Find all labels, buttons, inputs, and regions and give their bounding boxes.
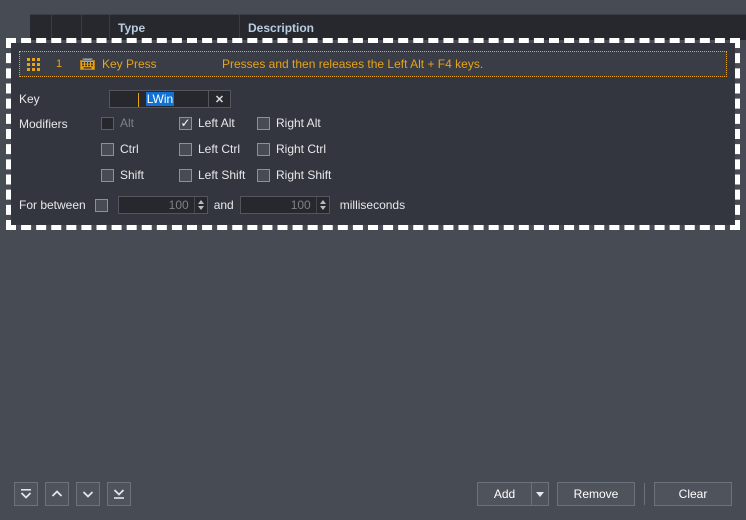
modifiers-row: Modifiers Alt Left Alt Right Alt <box>19 116 719 182</box>
text-caret <box>138 93 139 107</box>
column-header-description[interactable]: Description <box>240 15 746 41</box>
key-input[interactable]: LWin <box>109 90 209 108</box>
column-header-type[interactable]: Type <box>110 14 240 41</box>
modifier-right-shift[interactable]: Right Shift <box>257 168 343 182</box>
properties-form: Key LWin ✕ Modifiers Alt ✓ Left Alt Righ… <box>19 88 719 222</box>
duration-unit-label: milliseconds <box>339 198 406 212</box>
stepper-down-icon[interactable] <box>319 206 326 210</box>
checkbox-right-shift[interactable] <box>257 168 270 182</box>
move-up-button[interactable] <box>45 482 69 506</box>
modifier-shift[interactable]: Shift <box>101 168 179 182</box>
checkbox-alt <box>101 116 114 130</box>
modifier-alt[interactable]: Alt <box>101 116 179 130</box>
key-press-editor: Type Description 1 Key Press Presses and… <box>0 0 746 520</box>
action-toolbar: Add Remove Clear <box>477 482 732 506</box>
clear-button[interactable]: Clear <box>654 482 732 506</box>
key-input-value: LWin <box>145 92 175 106</box>
modifiers-line-alt: Alt Left Alt Right Alt <box>101 116 343 130</box>
duration-max-input[interactable]: 100 <box>239 196 330 214</box>
modifiers-label: Modifiers <box>19 117 68 131</box>
checkbox-right-shift-label: Right Shift <box>276 168 332 182</box>
stepper-down-icon[interactable] <box>197 206 204 210</box>
modifier-right-alt[interactable]: Right Alt <box>257 116 343 130</box>
stepper-up-icon[interactable] <box>319 200 326 204</box>
checkbox-duration-enabled[interactable] <box>94 198 108 212</box>
duration-row: For between 100 and 100 milliseconds <box>19 194 719 216</box>
key-row: Key LWin ✕ <box>19 88 719 110</box>
move-down-button[interactable] <box>76 482 100 506</box>
drag-handle-icon[interactable] <box>20 51 46 77</box>
chevron-down-icon <box>536 491 544 497</box>
row-type: Key Press <box>102 57 157 71</box>
chevron-up-icon <box>51 490 63 497</box>
modifier-left-alt[interactable]: Left Alt <box>179 116 257 130</box>
stepper-up-icon[interactable] <box>197 200 204 204</box>
duration-max-stepper[interactable] <box>315 197 329 213</box>
move-to-bottom-icon <box>113 489 125 499</box>
chevron-down-icon <box>82 491 94 498</box>
modifier-left-shift[interactable]: Left Shift <box>179 168 257 182</box>
checkbox-left-ctrl[interactable] <box>179 142 192 156</box>
duration-min-value: 100 <box>168 198 189 212</box>
remove-button[interactable]: Remove <box>557 482 635 506</box>
checkbox-right-ctrl-label: Right Ctrl <box>276 142 327 156</box>
checkbox-ctrl[interactable] <box>101 142 114 156</box>
checkbox-left-alt[interactable] <box>179 116 192 130</box>
checkbox-right-alt[interactable] <box>257 116 270 130</box>
dot-grid-icon <box>26 57 40 71</box>
column-header-number[interactable] <box>52 14 82 41</box>
clear-key-button[interactable]: ✕ <box>209 90 231 108</box>
add-button[interactable]: Add <box>477 482 531 506</box>
checkbox-ctrl-label: Ctrl <box>120 142 139 156</box>
add-dropdown-button[interactable] <box>531 482 549 506</box>
checkbox-left-ctrl-label: Left Ctrl <box>198 142 241 156</box>
checkbox-left-shift[interactable] <box>179 168 192 182</box>
grid-header: Type Description <box>30 14 746 41</box>
modifier-left-ctrl[interactable]: Left Ctrl <box>179 142 257 156</box>
key-label: Key <box>19 92 40 106</box>
row-description: Presses and then releases the Left Alt +… <box>222 57 484 71</box>
keyboard-icon <box>72 58 102 70</box>
checkbox-alt-label: Alt <box>120 116 135 130</box>
checkbox-left-shift-label: Left Shift <box>198 168 246 182</box>
reorder-toolbar <box>14 482 131 506</box>
duration-conjunction: and <box>213 198 234 212</box>
move-to-top-button[interactable] <box>14 482 38 506</box>
checkbox-shift[interactable] <box>101 168 114 182</box>
column-header-icon[interactable] <box>82 14 110 41</box>
move-to-top-icon <box>20 489 32 499</box>
duration-max-value: 100 <box>290 198 311 212</box>
modifiers-line-ctrl: Ctrl Left Ctrl Right Ctrl <box>101 142 343 156</box>
duration-min-input[interactable]: 100 <box>117 196 208 214</box>
toolbar-divider <box>644 483 645 505</box>
move-to-bottom-button[interactable] <box>107 482 131 506</box>
modifiers-line-shift: Shift Left Shift Right Shift <box>101 168 343 182</box>
column-header-handle[interactable] <box>30 14 52 41</box>
checkbox-shift-label: Shift <box>120 168 145 182</box>
row-number: 1 <box>55 58 63 70</box>
checkbox-right-ctrl[interactable] <box>257 142 270 156</box>
table-row[interactable]: 1 Key Press Presses and then releases th… <box>19 51 727 77</box>
duration-label: For between <box>19 198 86 212</box>
checkbox-right-alt-label: Right Alt <box>276 116 321 130</box>
duration-min-stepper[interactable] <box>193 197 207 213</box>
modifier-ctrl[interactable]: Ctrl <box>101 142 179 156</box>
modifier-right-ctrl[interactable]: Right Ctrl <box>257 142 343 156</box>
checkbox-left-alt-label: Left Alt <box>198 116 235 130</box>
